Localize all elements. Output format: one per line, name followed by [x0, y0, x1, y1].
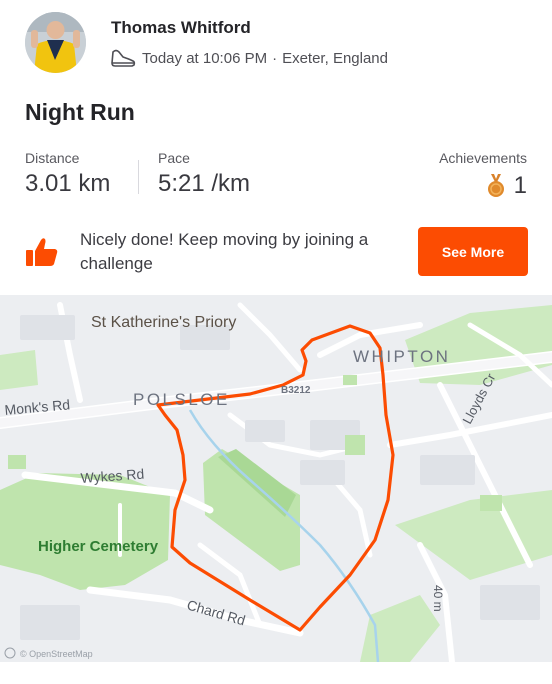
- map-label-priory: St Katherine's Priory: [91, 314, 236, 331]
- map-label-polsloe: POLSLOE: [133, 390, 230, 409]
- distance-label: Distance: [25, 150, 80, 166]
- pace-label: Pace: [158, 150, 190, 166]
- athlete-avatar[interactable]: [25, 12, 86, 73]
- distance-value: 3.01 km: [25, 170, 111, 197]
- achievements-label: Achievements: [439, 150, 527, 166]
- achievements[interactable]: 1: [487, 172, 527, 200]
- map-label-40m: 40 m: [431, 585, 445, 612]
- athlete-name[interactable]: Thomas Whitford: [111, 18, 251, 38]
- west-park: [0, 350, 38, 390]
- map-attribution[interactable]: © OpenStreetMap: [20, 649, 93, 659]
- challenge-message: Nicely done! Keep moving by joining a ch…: [80, 230, 369, 273]
- stat-divider: [138, 160, 139, 194]
- activity-title[interactable]: Night Run: [25, 99, 135, 126]
- activity-meta: Today at 10:06 PM · Exeter, England: [109, 46, 388, 70]
- thumbs-up-icon: [26, 238, 58, 266]
- activity-location: Exeter, England: [282, 49, 388, 67]
- map-label-whipton: WHIPTON: [353, 347, 450, 366]
- activity-time: Today at 10:06 PM: [142, 49, 268, 67]
- map-label-b3212: B3212: [281, 385, 311, 396]
- meta-separator: ·: [272, 49, 278, 67]
- route-map[interactable]: St Katherine's Priory WHIPTON POLSLOE B3…: [0, 295, 552, 662]
- medal-icon: [487, 174, 504, 197]
- map-label-higher-cemetery: Higher Cemetery: [38, 538, 159, 555]
- achievements-count: 1: [513, 172, 527, 199]
- running-shoe-icon: [111, 49, 136, 67]
- see-more-button[interactable]: See More: [418, 227, 528, 276]
- pace-value: 5:21 /km: [158, 170, 251, 197]
